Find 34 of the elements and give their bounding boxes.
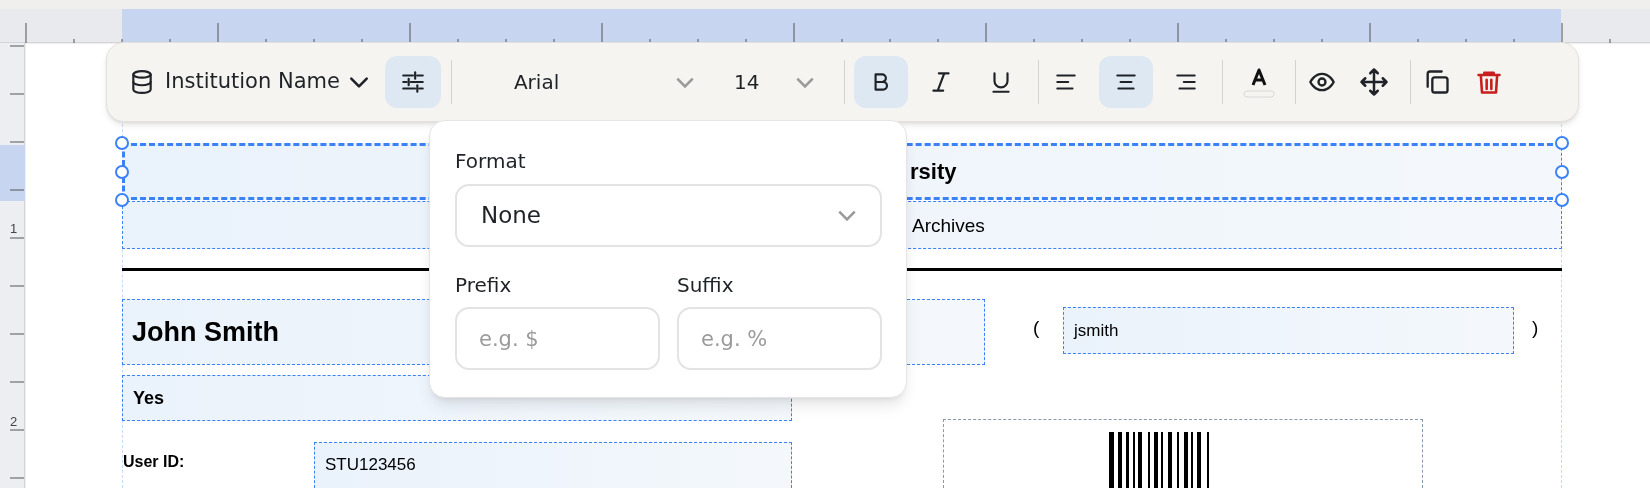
username-field[interactable]: jsmith <box>1063 307 1514 354</box>
format-dropdown[interactable]: None <box>455 184 882 247</box>
bold-button[interactable] <box>853 56 908 108</box>
chevron-down-icon <box>838 210 856 221</box>
prefix-label: Prefix <box>455 273 513 297</box>
font-size-dropdown[interactable]: 14 <box>733 67 814 97</box>
prefix-input[interactable]: e.g. $ <box>455 307 660 370</box>
parenthesis-text: ( <box>1033 316 1040 340</box>
database-icon <box>129 68 155 96</box>
data-field-dropdown[interactable]: Institution Name <box>129 60 368 104</box>
barcode-field[interactable] <box>943 419 1423 488</box>
font-dropdown[interactable]: Arial <box>513 67 694 97</box>
username-text: jsmith <box>1074 319 1119 342</box>
user-id-field[interactable]: STU123456 <box>314 442 792 488</box>
ruler-number: 2 <box>10 415 18 428</box>
chevron-down-icon <box>795 76 814 88</box>
barcode-icon <box>1109 432 1209 488</box>
subtitle-text: Archives <box>912 214 985 238</box>
ruler-number: 1 <box>10 222 18 235</box>
chevron-down-icon <box>675 76 694 88</box>
name-text: John Smith <box>132 315 279 349</box>
align-center-button[interactable] <box>1098 56 1153 108</box>
format-label: Format <box>455 149 527 173</box>
sliders-icon <box>399 69 426 95</box>
move-icon <box>1358 67 1389 97</box>
format-button[interactable] <box>384 56 441 108</box>
chevron-down-icon <box>349 76 368 88</box>
user-id-label: User ID: <box>123 452 185 472</box>
user-id-text: STU123456 <box>325 455 416 474</box>
title-text: rsity <box>910 158 957 186</box>
flag-text: Yes <box>133 386 165 410</box>
suffix-input[interactable]: e.g. % <box>677 307 882 370</box>
parenthesis-text: ) <box>1532 316 1539 340</box>
suffix-label: Suffix <box>677 273 735 297</box>
